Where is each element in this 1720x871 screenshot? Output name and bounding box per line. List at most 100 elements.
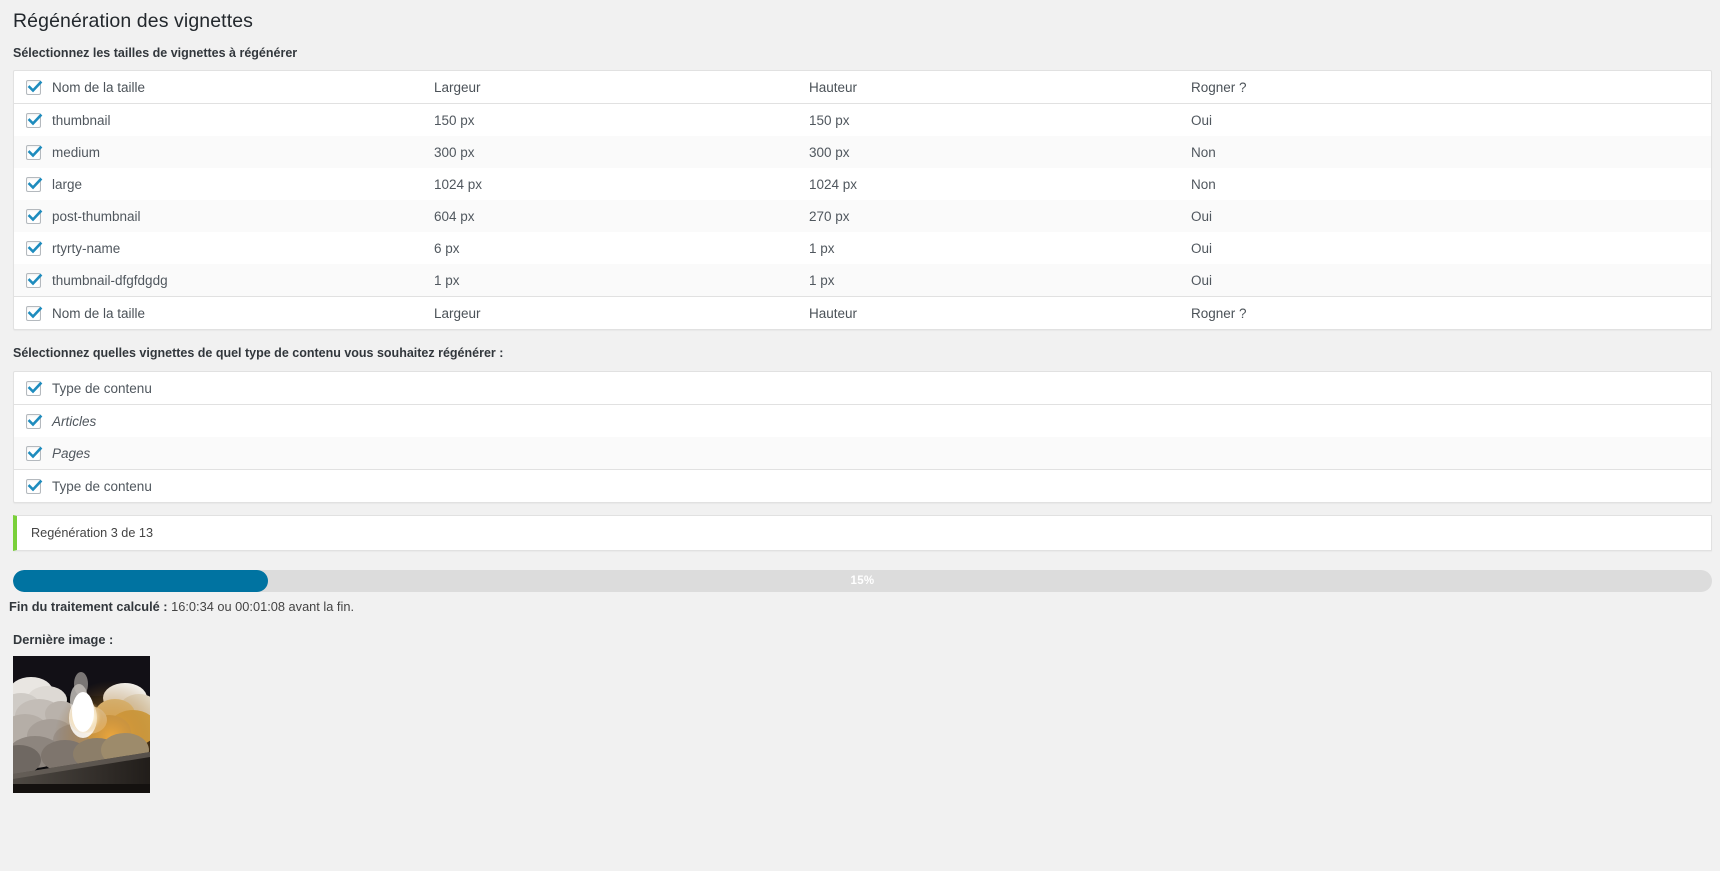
size-checkbox[interactable] <box>26 113 41 128</box>
select-all-sizes-checkbox-cell[interactable] <box>14 71 52 104</box>
progress-percent-label: 15% <box>13 570 1712 592</box>
progress-area: 15% <box>13 570 1712 592</box>
row-checkbox-cell[interactable] <box>14 264 52 297</box>
size-name: thumbnail-dfgfdgdg <box>52 264 434 297</box>
thumbnail-sizes-table-body: thumbnail 150 px 150 px Oui medium 300 p… <box>14 104 1711 297</box>
content-type-label: Pages <box>52 437 1711 470</box>
content-type-checkbox[interactable] <box>26 414 41 429</box>
size-width: 1 px <box>434 264 809 297</box>
regeneration-status-notice: Regénération 3 de 13 <box>13 515 1712 551</box>
column-footer-height: Hauteur <box>809 297 1191 330</box>
column-header-height: Hauteur <box>809 71 1191 104</box>
select-all-sizes-footer-checkbox-cell[interactable] <box>14 297 52 330</box>
check-icon <box>26 379 44 397</box>
size-name: rtyrty-name <box>52 232 434 264</box>
select-all-sizes-checkbox[interactable] <box>26 80 41 95</box>
table-row: thumbnail 150 px 150 px Oui <box>14 104 1711 137</box>
table-header-row: Nom de la taille Largeur Hauteur Rogner … <box>14 71 1711 104</box>
row-checkbox-cell[interactable] <box>14 104 52 137</box>
thumbnail-sizes-table-container: Nom de la taille Largeur Hauteur Rogner … <box>13 70 1712 330</box>
column-header-crop: Rogner ? <box>1191 71 1711 104</box>
column-footer-content-type: Type de contenu <box>52 470 1711 503</box>
table-row: large 1024 px 1024 px Non <box>14 168 1711 200</box>
row-checkbox-cell[interactable] <box>14 200 52 232</box>
thumbnail-sizes-table: Nom de la taille Largeur Hauteur Rogner … <box>14 71 1711 329</box>
table-footer-row: Type de contenu <box>14 470 1711 503</box>
size-checkbox[interactable] <box>26 273 41 288</box>
list-item: Articles <box>14 405 1711 438</box>
row-checkbox-cell[interactable] <box>14 437 52 470</box>
row-checkbox-cell[interactable] <box>14 405 52 438</box>
select-all-sizes-footer-checkbox[interactable] <box>26 306 41 321</box>
check-icon <box>26 175 44 193</box>
content-types-section-label: Sélectionnez quelles vignettes de quel t… <box>0 330 1720 371</box>
sizes-section-label: Sélectionnez les tailles de vignettes à … <box>0 42 1720 70</box>
rocket-launch-photo <box>13 656 150 793</box>
select-all-content-types-checkbox-cell[interactable] <box>14 372 52 405</box>
check-icon <box>26 304 44 322</box>
size-width: 150 px <box>434 104 809 137</box>
row-checkbox-cell[interactable] <box>14 136 52 168</box>
column-header-content-type: Type de contenu <box>52 372 1711 405</box>
size-crop: Oui <box>1191 104 1711 137</box>
content-types-table-body: Articles Pages <box>14 405 1711 470</box>
size-height: 150 px <box>809 104 1191 137</box>
size-checkbox[interactable] <box>26 209 41 224</box>
size-crop: Oui <box>1191 232 1711 264</box>
row-checkbox-cell[interactable] <box>14 232 52 264</box>
size-checkbox[interactable] <box>26 177 41 192</box>
size-crop: Non <box>1191 168 1711 200</box>
size-height: 270 px <box>809 200 1191 232</box>
table-row: post-thumbnail 604 px 270 px Oui <box>14 200 1711 232</box>
check-icon <box>26 444 44 462</box>
size-name: medium <box>52 136 434 168</box>
eta-text: Fin du traitement calculé : 16:0:34 ou 0… <box>0 592 1720 614</box>
size-checkbox[interactable] <box>26 145 41 160</box>
progress-bar: 15% <box>13 570 1712 592</box>
size-width: 300 px <box>434 136 809 168</box>
size-width: 604 px <box>434 200 809 232</box>
content-type-checkbox[interactable] <box>26 446 41 461</box>
size-name: large <box>52 168 434 200</box>
table-row: thumbnail-dfgfdgdg 1 px 1 px Oui <box>14 264 1711 297</box>
regeneration-status-text: Regénération 3 de 13 <box>31 526 153 540</box>
column-footer-crop: Rogner ? <box>1191 297 1711 330</box>
size-name: thumbnail <box>52 104 434 137</box>
check-icon <box>26 271 44 289</box>
check-icon <box>26 78 44 96</box>
page-title: Régénération des vignettes <box>0 0 1720 42</box>
select-all-content-types-footer-checkbox-cell[interactable] <box>14 470 52 503</box>
last-image-thumbnail <box>13 656 150 793</box>
list-item: Pages <box>14 437 1711 470</box>
column-header-width: Largeur <box>434 71 809 104</box>
content-types-table: Type de contenu Articles <box>14 372 1711 502</box>
content-types-table-container: Type de contenu Articles <box>13 371 1712 503</box>
column-header-name: Nom de la taille <box>52 71 434 104</box>
size-checkbox[interactable] <box>26 241 41 256</box>
size-crop: Oui <box>1191 200 1711 232</box>
table-row: rtyrty-name 6 px 1 px Oui <box>14 232 1711 264</box>
table-footer-row: Nom de la taille Largeur Hauteur Rogner … <box>14 297 1711 330</box>
admin-page: Régénération des vignettes Sélectionnez … <box>0 0 1720 871</box>
table-row: medium 300 px 300 px Non <box>14 136 1711 168</box>
size-crop: Oui <box>1191 264 1711 297</box>
size-height: 1 px <box>809 232 1191 264</box>
check-icon <box>26 477 44 495</box>
check-icon <box>26 111 44 129</box>
column-footer-width: Largeur <box>434 297 809 330</box>
column-footer-name: Nom de la taille <box>52 297 434 330</box>
check-icon <box>26 412 44 430</box>
size-width: 6 px <box>434 232 809 264</box>
check-icon <box>26 207 44 225</box>
check-icon <box>26 239 44 257</box>
size-height: 1 px <box>809 264 1191 297</box>
size-width: 1024 px <box>434 168 809 200</box>
check-icon <box>26 143 44 161</box>
select-all-content-types-footer-checkbox[interactable] <box>26 479 41 494</box>
last-image-label: Dernière image : <box>0 614 1720 656</box>
select-all-content-types-checkbox[interactable] <box>26 381 41 396</box>
size-crop: Non <box>1191 136 1711 168</box>
content-type-label: Articles <box>52 405 1711 438</box>
row-checkbox-cell[interactable] <box>14 168 52 200</box>
size-name: post-thumbnail <box>52 200 434 232</box>
